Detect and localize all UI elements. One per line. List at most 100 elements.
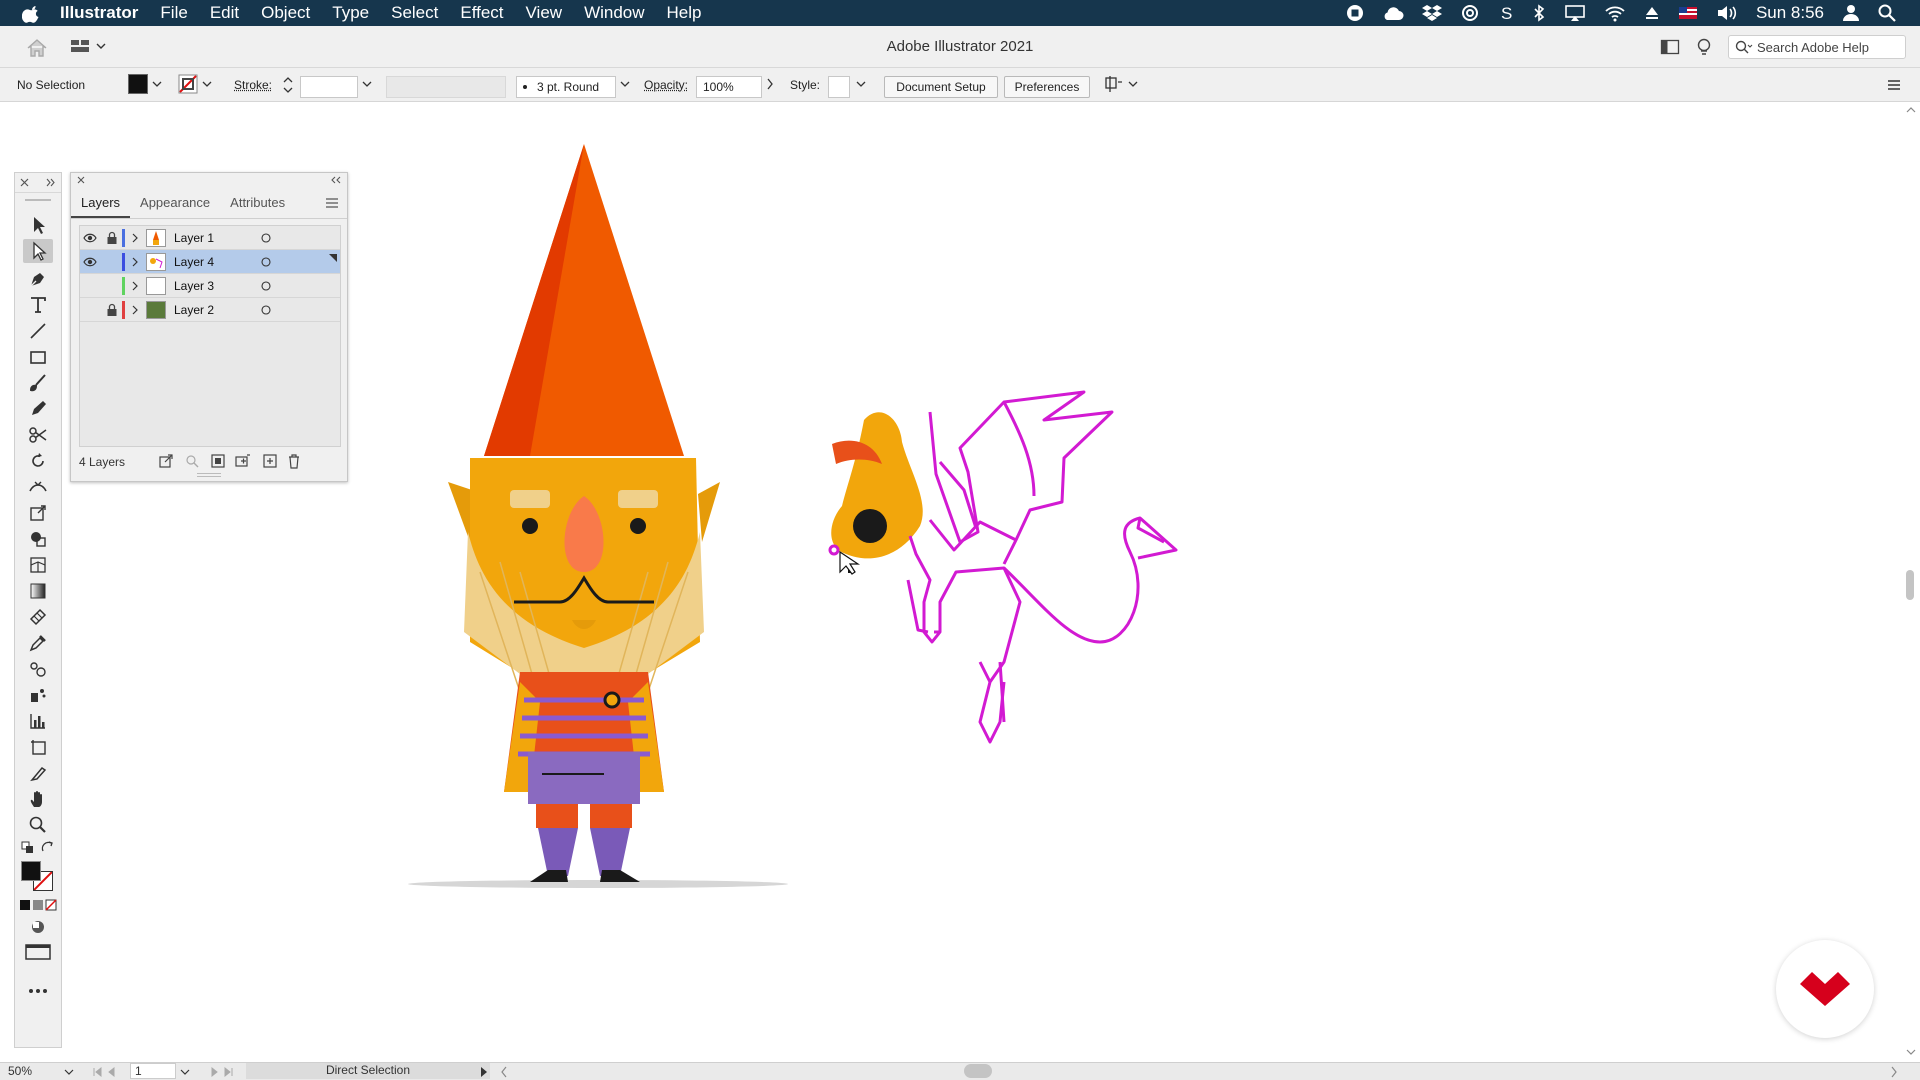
shape-builder-tool[interactable] — [23, 527, 53, 551]
spotlight-search-icon[interactable] — [1878, 4, 1896, 22]
type-tool[interactable] — [23, 293, 53, 317]
scissors-tool[interactable] — [23, 423, 53, 447]
arrange-icon[interactable] — [1104, 74, 1122, 94]
brush-definition[interactable]: 3 pt. Round — [516, 76, 616, 98]
expand-chevron-icon[interactable] — [130, 298, 140, 322]
target-circle-icon[interactable] — [260, 250, 272, 274]
first-artboard-icon[interactable] — [92, 1066, 122, 1078]
menu-select[interactable]: Select — [391, 3, 438, 23]
free-transform-tool[interactable] — [23, 501, 53, 525]
export-icon[interactable] — [159, 454, 173, 468]
dropbox-icon[interactable] — [1421, 4, 1442, 22]
menu-file[interactable]: File — [160, 3, 187, 23]
lock-icon[interactable] — [106, 226, 118, 250]
stroke-weight-field[interactable] — [300, 76, 358, 98]
scroll-left-arrow-icon[interactable] — [500, 1066, 508, 1078]
style-dropdown-icon[interactable] — [856, 80, 866, 88]
opacity-field[interactable]: 100% — [696, 76, 762, 98]
layer-row-2[interactable]: Layer 2 — [80, 298, 340, 322]
tab-attributes[interactable]: Attributes — [220, 187, 295, 218]
rectangle-tool[interactable] — [23, 345, 53, 369]
expand-chevron-icon[interactable] — [130, 250, 140, 274]
menu-edit[interactable]: Edit — [210, 3, 239, 23]
help-search-field[interactable]: Search Adobe Help — [1728, 35, 1906, 59]
layer-row-3[interactable]: Layer 3 — [80, 274, 340, 298]
trash-icon[interactable] — [287, 453, 301, 469]
paintbrush-tool[interactable] — [23, 371, 53, 395]
bluetooth-icon[interactable] — [1532, 4, 1546, 22]
horizontal-scrollbar-thumb[interactable] — [964, 1064, 992, 1078]
wifi-icon[interactable] — [1604, 4, 1626, 22]
edit-toolbar-more-icon[interactable] — [27, 987, 49, 995]
fill-swatch[interactable] — [128, 74, 148, 94]
next-artboard-icon[interactable] — [204, 1066, 234, 1078]
style-swatch[interactable] — [828, 76, 850, 98]
document-setup-button[interactable]: Document Setup — [884, 76, 998, 98]
menu-help[interactable]: Help — [667, 3, 702, 23]
swap-arrow-icon[interactable] — [41, 841, 55, 855]
menu-object[interactable]: Object — [261, 3, 310, 23]
sync-icon[interactable] — [1460, 4, 1480, 22]
layer-row-1[interactable]: Layer 1 — [80, 226, 340, 250]
close-icon[interactable] — [20, 178, 29, 187]
hand-tool[interactable] — [23, 787, 53, 811]
collapse-double-chevron-icon[interactable] — [46, 178, 56, 187]
scroll-down-arrow-icon[interactable] — [1906, 1048, 1916, 1056]
stroke-weight-stepper[interactable] — [282, 74, 294, 96]
apple-icon[interactable] — [22, 3, 42, 23]
volume-icon[interactable] — [1716, 4, 1738, 22]
layer-row-4[interactable]: Layer 4 — [80, 250, 340, 274]
gradient-tool[interactable] — [23, 579, 53, 603]
collapse-double-chevron-icon[interactable] — [331, 176, 341, 184]
lock-icon[interactable] — [106, 298, 118, 322]
status-expand-icon[interactable] — [480, 1066, 488, 1078]
target-circle-icon[interactable] — [260, 298, 272, 322]
tools-panel-header[interactable] — [15, 173, 61, 193]
blend-tool[interactable] — [23, 657, 53, 681]
menubar-clock[interactable]: Sun 8:56 — [1756, 3, 1824, 23]
skype-icon[interactable]: S — [1498, 4, 1514, 22]
stroke-weight-dropdown-icon[interactable] — [362, 80, 372, 88]
close-icon[interactable] — [77, 176, 85, 184]
pen-tool[interactable] — [23, 267, 53, 291]
direct-selection-tool[interactable] — [23, 239, 53, 263]
make-clipping-mask-icon[interactable] — [211, 454, 225, 468]
default-fill-stroke-icon[interactable] — [21, 841, 35, 855]
layer-name[interactable]: Layer 1 — [174, 226, 214, 250]
scroll-up-arrow-icon[interactable] — [1906, 106, 1916, 114]
creative-cloud-icon[interactable] — [1382, 5, 1404, 21]
zoom-tool[interactable] — [23, 813, 53, 837]
record-icon[interactable] — [1346, 4, 1364, 22]
layers-panel-titlebar[interactable] — [71, 173, 347, 187]
expand-chevron-icon[interactable] — [130, 274, 140, 298]
visibility-eye-icon[interactable] — [83, 250, 97, 274]
swap-fill-stroke-controls[interactable] — [21, 841, 57, 857]
fill-dropdown-icon[interactable] — [152, 80, 162, 88]
line-segment-tool[interactable] — [23, 319, 53, 343]
menu-view[interactable]: View — [526, 3, 563, 23]
gnome-artwork[interactable] — [408, 144, 788, 888]
arrange-dropdown-icon[interactable] — [1128, 80, 1138, 88]
selection-tool[interactable] — [23, 213, 53, 237]
tools-panel-grip[interactable] — [25, 199, 51, 201]
target-circle-icon[interactable] — [260, 274, 272, 298]
zoom-dropdown-icon[interactable] — [64, 1068, 74, 1076]
control-bar-menu-icon[interactable] — [1886, 78, 1902, 92]
artboard-dropdown-icon[interactable] — [180, 1068, 190, 1076]
panel-layout-icon[interactable] — [1660, 38, 1680, 56]
panel-menu-icon[interactable] — [325, 197, 339, 209]
tab-layers[interactable]: Layers — [71, 187, 131, 218]
column-graph-tool[interactable] — [23, 709, 53, 733]
artboard-tool[interactable] — [23, 735, 53, 759]
eject-icon[interactable] — [1644, 4, 1660, 22]
color-mode-buttons[interactable] — [19, 899, 57, 911]
scroll-right-arrow-icon[interactable] — [1890, 1066, 1898, 1078]
draw-mode-icon[interactable] — [29, 919, 47, 935]
stroke-dropdown-icon[interactable] — [202, 80, 212, 88]
width-tool[interactable] — [23, 475, 53, 499]
eyedropper-tool[interactable] — [23, 631, 53, 655]
status-tool-display[interactable]: Direct Selection — [246, 1063, 490, 1079]
panel-resize-grip[interactable] — [197, 473, 221, 477]
brush-dropdown-icon[interactable] — [620, 80, 630, 88]
create-new-layer-icon[interactable] — [263, 454, 277, 468]
